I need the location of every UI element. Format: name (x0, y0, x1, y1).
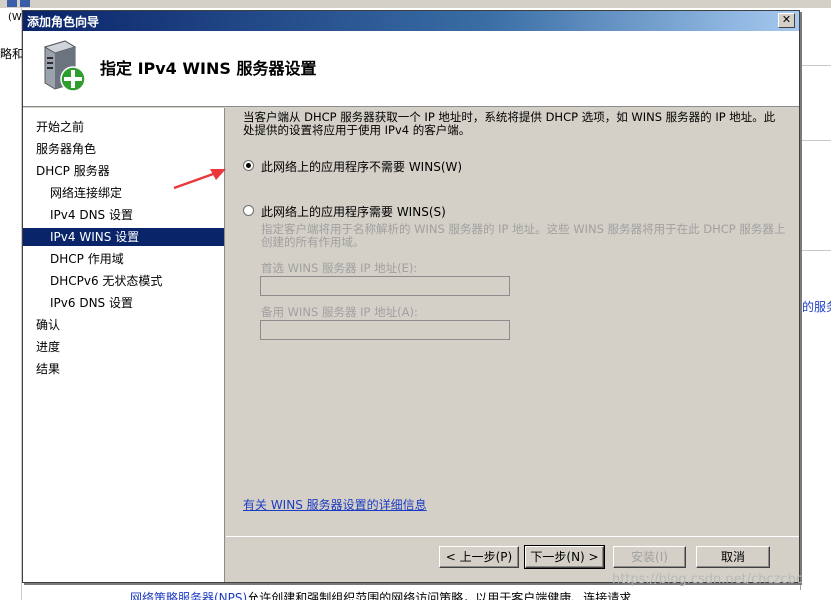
back-button[interactable]: < 上一步(P) (439, 546, 519, 568)
background-fragment: (W (8, 12, 22, 23)
background-divider (800, 65, 831, 66)
background-divider (800, 250, 831, 251)
nav-item-confirmation[interactable]: 确认 (23, 316, 224, 334)
wizard-header: 指定 IPv4 WINS 服务器设置 (23, 31, 799, 107)
nav-item-before-you-begin[interactable]: 开始之前 (23, 118, 224, 136)
add-roles-wizard-dialog: 添加角色向导 ✕ 指定 IPv4 WINS 服务器设置 开始之前 服务器角色 D… (22, 10, 800, 583)
cancel-button[interactable]: 取消 (696, 546, 770, 568)
watermark: https://blog.csdn.net/chczcbc (612, 572, 803, 587)
nav-item-ipv6-dns[interactable]: IPv6 DNS 设置 (23, 294, 224, 312)
radio-wins-required-label[interactable]: 此网络上的应用程序需要 WINS(S) (261, 203, 446, 220)
nav-item-ipv4-dns[interactable]: IPv4 DNS 设置 (23, 206, 224, 224)
window-title: 添加角色向导 (27, 15, 100, 29)
radio-wins-not-required[interactable] (243, 160, 254, 171)
wizard-content: 当客户端从 DHCP 服务器获取一个 IP 地址时，系统将提供 DHCP 选项，… (226, 108, 799, 582)
close-icon: ✕ (781, 13, 792, 26)
server-role-add-icon (43, 40, 85, 92)
next-button[interactable]: 下一步(N) > (524, 545, 605, 569)
description-text: 当客户端从 DHCP 服务器获取一个 IP 地址时，系统将提供 DHCP 选项，… (243, 110, 776, 137)
background-link-fragment[interactable]: 的服务 (802, 298, 831, 315)
title-bar[interactable]: 添加角色向导 ✕ (23, 11, 799, 31)
background-toolbar-icon (20, 0, 30, 7)
nav-item-ipv4-wins[interactable]: IPv4 WINS 设置 (23, 228, 224, 246)
wins-help-link[interactable]: 有关 WINS 服务器设置的详细信息 (243, 496, 427, 513)
alternate-wins-field[interactable] (260, 320, 510, 340)
wins-required-description: 指定客户端将用于名称解析的 WINS 服务器的 IP 地址。这些 WINS 服务… (261, 222, 786, 249)
preferred-wins-field[interactable] (260, 276, 510, 296)
background-toolbar-icon (7, 0, 17, 7)
radio-wins-required[interactable] (243, 205, 254, 216)
alternate-wins-label: 备用 WINS 服务器 IP 地址(A): (261, 305, 418, 319)
install-button[interactable]: 安装(I) (613, 546, 686, 568)
background-nps-link[interactable]: 网络策略服务器(NPS)允许创建和强制组织范围的网络访问策略，以用于客户端健康、… (130, 589, 631, 600)
page-title: 指定 IPv4 WINS 服务器设置 (100, 59, 317, 78)
button-separator (226, 536, 799, 537)
background-divider (800, 140, 831, 141)
annotation-arrow-icon (173, 169, 226, 190)
nav-item-results[interactable]: 结果 (23, 360, 224, 378)
nav-item-server-roles[interactable]: 服务器角色 (23, 140, 224, 158)
background-toolbar-strip (0, 0, 831, 8)
background-fragment: 略和 (0, 47, 25, 61)
background-left-pane (0, 8, 22, 600)
nav-item-dhcp-scopes[interactable]: DHCP 作用域 (23, 250, 224, 268)
background-nps-text: 允许创建和强制组织范围的网络访问策略，以用于客户端健康、连接请求 (247, 591, 632, 600)
preferred-wins-label: 首选 WINS 服务器 IP 地址(E): (261, 261, 418, 275)
radio-wins-not-required-label[interactable]: 此网络上的应用程序不需要 WINS(W) (261, 158, 462, 175)
nav-item-dhcpv6-stateless[interactable]: DHCPv6 无状态模式 (23, 272, 224, 290)
nav-item-progress[interactable]: 进度 (23, 338, 224, 356)
background-nps-link-text[interactable]: 网络策略服务器(NPS) (130, 591, 247, 600)
close-button[interactable]: ✕ (778, 13, 795, 28)
